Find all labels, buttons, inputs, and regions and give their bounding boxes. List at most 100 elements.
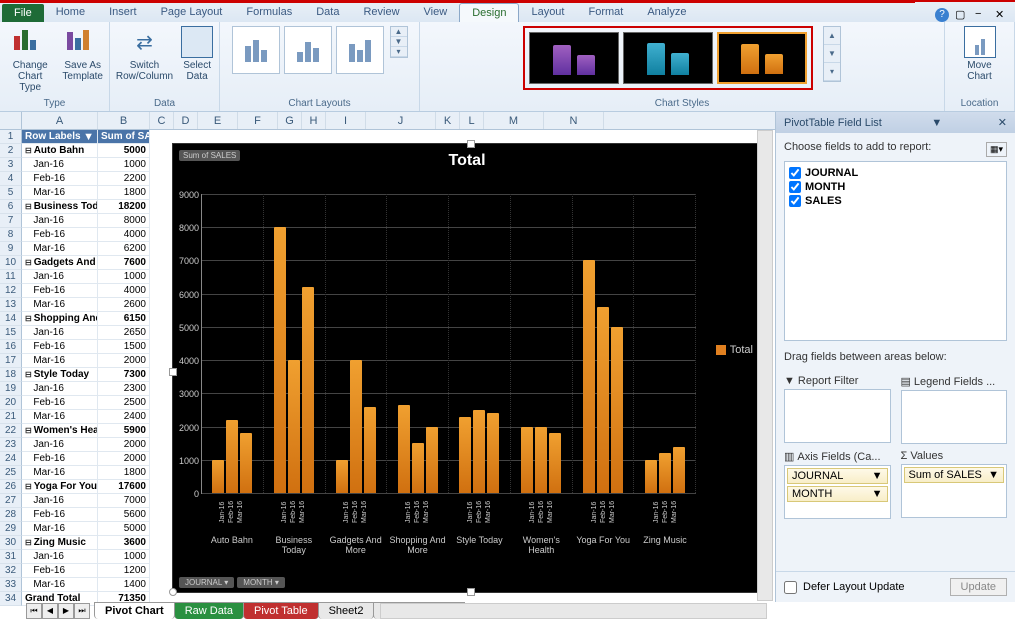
change-chart-type-button[interactable]: Change Chart Type: [6, 26, 54, 93]
pivot-row-label[interactable]: Jan-16: [22, 214, 98, 228]
pivot-row-label[interactable]: Feb-16: [22, 340, 98, 354]
column-header-M[interactable]: M: [484, 112, 544, 129]
sheet-tab-pivot-chart[interactable]: Pivot Chart: [94, 602, 175, 619]
pivot-row-value[interactable]: 7600: [98, 256, 150, 270]
styles-more[interactable]: ▲▼▾: [823, 26, 841, 82]
pivot-row-label[interactable]: Mar-16: [22, 522, 98, 536]
tab-formulas[interactable]: Formulas: [234, 3, 304, 22]
area-pill[interactable]: Sum of SALES▼: [904, 467, 1005, 483]
pivot-row-label[interactable]: Mar-16: [22, 578, 98, 592]
pivot-row-value[interactable]: 2000: [98, 354, 150, 368]
pivot-row-value[interactable]: 6200: [98, 242, 150, 256]
pivot-row-label[interactable]: Jan-16: [22, 158, 98, 172]
field-list-layout-icon[interactable]: ▦▾: [986, 142, 1007, 157]
column-header-J[interactable]: J: [366, 112, 436, 129]
pivot-row-label[interactable]: Feb-16: [22, 564, 98, 578]
pivot-row-label[interactable]: Jan-16: [22, 494, 98, 508]
pivot-row-label[interactable]: Mar-16: [22, 298, 98, 312]
column-header-D[interactable]: D: [174, 112, 198, 129]
pivot-row-value[interactable]: 2500: [98, 396, 150, 410]
chart-title[interactable]: Total: [173, 144, 761, 174]
pivot-row-value[interactable]: 2300: [98, 382, 150, 396]
pivot-row-label[interactable]: ⊟Zing Music: [22, 536, 98, 550]
pivot-row-label[interactable]: Jan-16: [22, 382, 98, 396]
pivot-row-value[interactable]: 6150: [98, 312, 150, 326]
pivot-row-label[interactable]: ⊟Shopping And M: [22, 312, 98, 326]
pivot-row-value[interactable]: 18200: [98, 200, 150, 214]
pivot-row-value[interactable]: 8000: [98, 214, 150, 228]
pivot-row-value[interactable]: 17600: [98, 480, 150, 494]
chart-bar[interactable]: [302, 287, 314, 493]
pivot-row-label[interactable]: Feb-16: [22, 172, 98, 186]
tab-review[interactable]: Review: [351, 3, 411, 22]
chart-bar[interactable]: [459, 417, 471, 493]
column-header-G[interactable]: G: [278, 112, 302, 129]
pivot-row-value[interactable]: 2650: [98, 326, 150, 340]
chart-bar[interactable]: [226, 420, 238, 493]
pivot-row-value[interactable]: 2400: [98, 410, 150, 424]
chart-bar[interactable]: [274, 227, 286, 493]
area-pill[interactable]: JOURNAL▼: [787, 468, 888, 484]
field-journal[interactable]: JOURNAL: [789, 166, 1002, 180]
pivot-row-value[interactable]: 1500: [98, 340, 150, 354]
tab-view[interactable]: View: [412, 3, 460, 22]
area-box-values[interactable]: Sum of SALES▼: [901, 464, 1008, 518]
tab-format[interactable]: Format: [576, 3, 635, 22]
minimize-ribbon-icon[interactable]: ▢: [955, 8, 969, 22]
save-as-template-button[interactable]: Save As Template: [62, 26, 103, 82]
pivot-row-value[interactable]: 4000: [98, 284, 150, 298]
plot-area[interactable]: 0100020003000400050006000700080009000: [201, 194, 696, 494]
pivot-row-value[interactable]: 5000: [98, 144, 150, 158]
defer-update-checkbox[interactable]: [784, 581, 797, 594]
select-all-corner[interactable]: [0, 112, 22, 129]
pivot-row-label[interactable]: Mar-16: [22, 186, 98, 200]
chart-bar[interactable]: [549, 433, 561, 493]
pivot-row-label[interactable]: ⊟Gadgets And M: [22, 256, 98, 270]
chart-bar[interactable]: [611, 327, 623, 493]
vertical-scrollbar[interactable]: [757, 130, 773, 601]
tab-page-layout[interactable]: Page Layout: [149, 3, 235, 22]
sheet-tab-sheet2[interactable]: Sheet2: [318, 602, 375, 619]
column-header-C[interactable]: C: [150, 112, 174, 129]
chart-bar[interactable]: [212, 460, 224, 493]
tab-layout[interactable]: Layout: [519, 3, 576, 22]
tab-insert[interactable]: Insert: [97, 3, 149, 22]
pivot-row-value[interactable]: 1000: [98, 270, 150, 284]
sheet-nav[interactable]: ⏮◀▶⏭: [26, 603, 90, 619]
column-header-I[interactable]: I: [326, 112, 366, 129]
pivot-row-value[interactable]: 7000: [98, 494, 150, 508]
pivot-row-label[interactable]: Mar-16: [22, 242, 98, 256]
tab-data[interactable]: Data: [304, 3, 351, 22]
help-icon[interactable]: ?: [935, 8, 949, 22]
chart-style-purple[interactable]: [529, 32, 619, 84]
chart-layout-1[interactable]: [232, 26, 280, 74]
column-header-A[interactable]: A: [22, 112, 98, 129]
pivot-row-label[interactable]: Feb-16: [22, 284, 98, 298]
chart-bar[interactable]: [597, 307, 609, 493]
pivot-row-value[interactable]: 7300: [98, 368, 150, 382]
chart-filter-month[interactable]: MONTH ▾: [237, 577, 285, 588]
column-header-N[interactable]: N: [544, 112, 604, 129]
area-box-filter[interactable]: [784, 389, 891, 443]
sheet-tab-pivot-table[interactable]: Pivot Table: [243, 602, 319, 619]
pivot-row-value[interactable]: 1800: [98, 186, 150, 200]
pivot-row-label[interactable]: Feb-16: [22, 228, 98, 242]
chart-bar[interactable]: [426, 427, 438, 493]
move-chart-button[interactable]: Move Chart: [964, 26, 996, 82]
pivot-row-value[interactable]: 1400: [98, 578, 150, 592]
pivot-row-value[interactable]: 5900: [98, 424, 150, 438]
pivot-row-value[interactable]: 5600: [98, 508, 150, 522]
window-close-icon[interactable]: ✕: [995, 8, 1009, 22]
pivot-chart[interactable]: Sum of SALES Total 010002000300040005000…: [172, 143, 762, 593]
column-header-B[interactable]: B: [98, 112, 150, 129]
pivot-row-value[interactable]: 2000: [98, 452, 150, 466]
layouts-more[interactable]: ▲▼▾: [390, 26, 408, 58]
column-header-E[interactable]: E: [198, 112, 238, 129]
file-tab[interactable]: File: [2, 4, 44, 22]
chart-bar[interactable]: [398, 405, 410, 493]
field-checkbox[interactable]: [789, 181, 801, 193]
pivot-row-label[interactable]: ⊟Style Today: [22, 368, 98, 382]
pivot-row-label[interactable]: ⊟Auto Bahn: [22, 144, 98, 158]
chart-bar[interactable]: [535, 427, 547, 493]
chart-bar[interactable]: [240, 433, 252, 493]
